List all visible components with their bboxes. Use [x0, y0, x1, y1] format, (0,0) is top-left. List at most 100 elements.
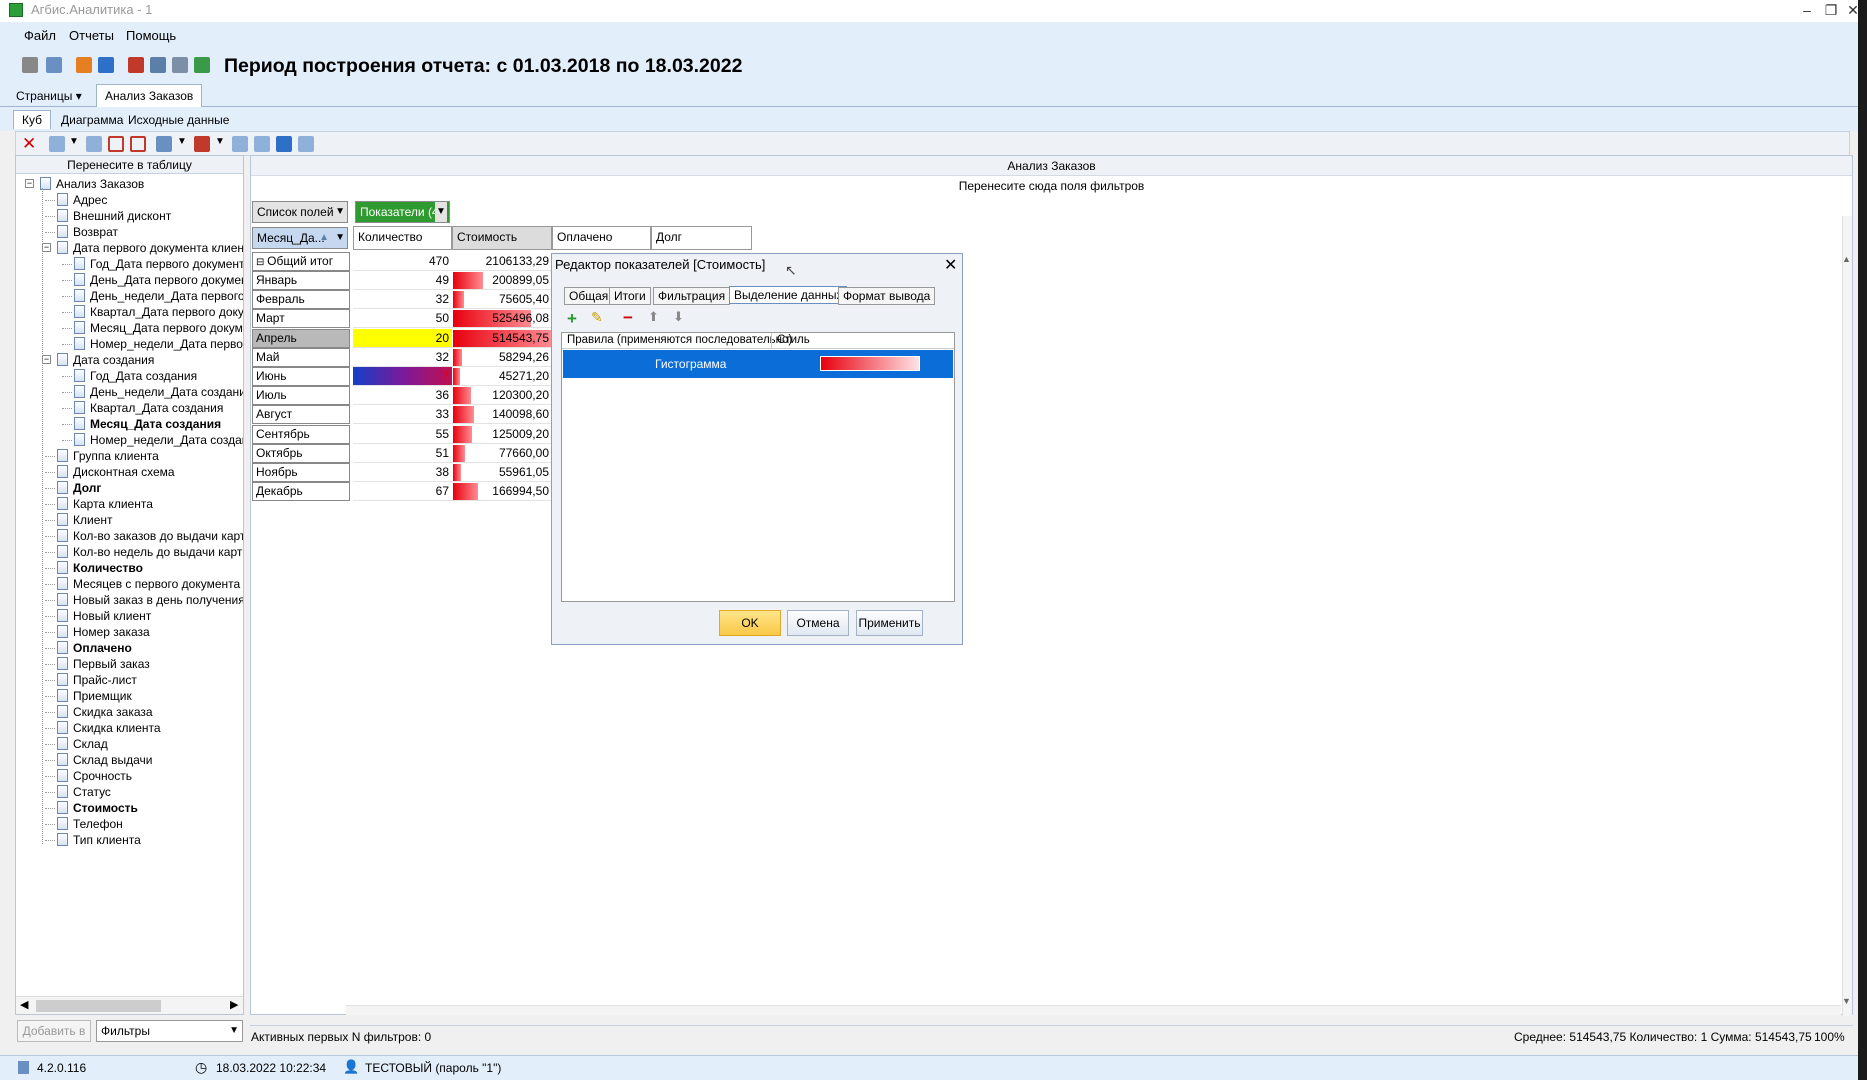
tab-source-data[interactable]: Исходные данные	[122, 111, 235, 129]
page-tab-orders[interactable]: Анализ Заказов	[96, 84, 203, 107]
pivot-hscrollbar[interactable]	[346, 1005, 1841, 1015]
row-header-month[interactable]: Апрель	[252, 329, 350, 348]
settings-icon[interactable]	[254, 136, 270, 152]
tree-node[interactable]: Год_Дата создания	[74, 368, 197, 384]
add-rule-icon[interactable]: +	[567, 309, 577, 329]
export-icon[interactable]	[128, 57, 144, 73]
col-header-qty[interactable]: Количество	[353, 226, 452, 250]
col-header-cost[interactable]: Стоимость	[452, 226, 552, 250]
tree-node[interactable]: День_Дата первого докумен	[74, 272, 243, 288]
menu-reports[interactable]: Отчеты	[69, 28, 114, 43]
tree-node[interactable]: Клиент	[57, 512, 113, 528]
tree-node[interactable]: Квартал_Дата создания	[74, 400, 223, 416]
sort-icon[interactable]	[156, 136, 172, 152]
row-header-month[interactable]: Январь	[252, 271, 350, 290]
tree-node[interactable]: Стоимость	[57, 800, 138, 816]
chevron-down-icon[interactable]: ▼	[177, 136, 187, 147]
collapse-total-icon[interactable]: ⊟	[256, 257, 267, 268]
row-header-month[interactable]: Ноябрь	[252, 463, 350, 482]
qty-cell[interactable]: 32	[353, 290, 452, 309]
tree-node[interactable]: Тип клиента	[57, 832, 141, 848]
edit-rule-icon[interactable]: ✎	[591, 309, 603, 326]
chevron-down-icon[interactable]: ▼	[69, 136, 79, 147]
row-header-month[interactable]: Март	[252, 309, 350, 328]
tree-node[interactable]: Номер_недели_Дата перво	[74, 336, 243, 352]
expand-icon[interactable]	[108, 136, 124, 152]
collapse-node-icon[interactable]: −	[42, 355, 51, 364]
cost-cell[interactable]: 514543,75	[452, 329, 552, 348]
tree-node[interactable]: Номер_недели_Дата создан	[74, 432, 243, 448]
chart-icon[interactable]	[194, 57, 210, 73]
tree-node[interactable]: День_недели_Дата создани	[74, 384, 243, 400]
move-up-icon[interactable]: ⬆	[648, 309, 659, 325]
field-list-button[interactable]: Список полей ▼	[252, 201, 348, 223]
totals-icon[interactable]	[232, 136, 248, 152]
tree-node[interactable]: Внешний дисконт	[57, 208, 171, 224]
cost-cell[interactable]: 55961,05	[452, 463, 552, 482]
bookmark-icon[interactable]	[98, 57, 114, 73]
qty-cell[interactable]: 49	[353, 271, 452, 290]
row-header-month[interactable]: Май	[252, 348, 350, 367]
cost-cell[interactable]: 200899,05	[452, 271, 552, 290]
scroll-down-icon[interactable]: ▼	[1842, 996, 1851, 1006]
dialog-close-icon[interactable]: ✕	[944, 255, 957, 275]
delete-rule-icon[interactable]: −	[623, 308, 633, 328]
tree-node[interactable]: Склад выдачи	[57, 752, 152, 768]
row-header-month[interactable]: Сентябрь	[252, 425, 350, 444]
tree-node[interactable]: Скидка клиента	[57, 720, 161, 736]
ok-button[interactable]: OK	[719, 610, 781, 636]
row-field-button[interactable]: Месяц_Да... ▲ ▼	[252, 227, 348, 249]
row-header-month[interactable]: Июль	[252, 386, 350, 405]
menu-file[interactable]: Файл	[24, 28, 56, 43]
qty-cell[interactable]: 55	[353, 425, 452, 444]
move-down-icon[interactable]: ⬇	[673, 309, 684, 325]
qty-cell[interactable]: 50	[353, 309, 452, 328]
minimize-icon[interactable]: –	[1796, 1, 1818, 19]
tree-node[interactable]: Склад	[57, 736, 108, 752]
dialog-tab-format[interactable]: Формат вывода	[838, 287, 936, 305]
cost-cell[interactable]: 58294,26	[452, 348, 552, 367]
cost-cell[interactable]: 125009,20	[452, 425, 552, 444]
tree-node[interactable]: Месяц_Дата создания	[74, 416, 221, 432]
qty-cell[interactable]: 32	[353, 348, 452, 367]
tree-node[interactable]: Новый клиент	[57, 608, 151, 624]
dialog-tab-highlight[interactable]: Выделение данных	[729, 286, 848, 304]
row-header-month[interactable]: Июнь	[252, 367, 350, 386]
qty-cell[interactable]: 36	[353, 386, 452, 405]
scroll-thumb[interactable]	[36, 1000, 161, 1012]
row-header-month[interactable]: Февраль	[252, 290, 350, 309]
menu-help[interactable]: Помощь	[126, 28, 176, 43]
collapse-icon[interactable]	[130, 136, 146, 152]
highlight-icon[interactable]	[194, 136, 210, 152]
tree-node[interactable]: Возврат	[57, 224, 118, 240]
tree-node[interactable]: Квартал_Дата первого доку	[74, 304, 243, 320]
dialog-tab-totals[interactable]: Итоги	[609, 287, 651, 305]
cost-cell[interactable]: 166994,50	[452, 482, 552, 501]
col-header-debt[interactable]: Долг	[651, 226, 752, 250]
cost-cell[interactable]: 120300,20	[452, 386, 552, 405]
close-icon[interactable]: ✕	[1842, 1, 1864, 19]
zoom-level[interactable]: 100%	[1814, 1030, 1845, 1044]
pivot-vscrollbar[interactable]	[1842, 216, 1852, 1016]
tree-node[interactable]: Телефон	[57, 816, 123, 832]
cost-cell[interactable]: 45271,20	[452, 367, 552, 386]
col-header-paid[interactable]: Оплачено	[552, 226, 651, 250]
cost-cell[interactable]: 525496,08	[452, 309, 552, 328]
tree-node[interactable]: День_недели_Дата первого	[74, 288, 243, 304]
restore-icon[interactable]: ❐	[1820, 1, 1842, 19]
tree-node[interactable]: Карта клиента	[57, 496, 153, 512]
tree-node[interactable]: Дисконтная схема	[57, 464, 175, 480]
qty-cell[interactable]: 33	[353, 405, 452, 424]
apply-button[interactable]: Применить	[856, 610, 923, 636]
tree-node[interactable]: Месяц_Дата первого докуме	[74, 320, 243, 336]
collapse-node-icon[interactable]: −	[25, 179, 34, 188]
layout-icon[interactable]	[298, 136, 314, 152]
grand-total-header[interactable]: ⊟ Общий итог	[252, 252, 350, 271]
tree-node[interactable]: Группа клиента	[57, 448, 159, 464]
add-to-button[interactable]: Добавить в	[17, 1020, 91, 1042]
print-icon[interactable]	[22, 57, 38, 73]
tree-node[interactable]: Адрес	[57, 192, 107, 208]
tree-node[interactable]: Статус	[57, 784, 111, 800]
tree-node[interactable]: Месяцев с первого документа кл	[57, 576, 243, 592]
refresh-icon[interactable]	[86, 136, 102, 152]
